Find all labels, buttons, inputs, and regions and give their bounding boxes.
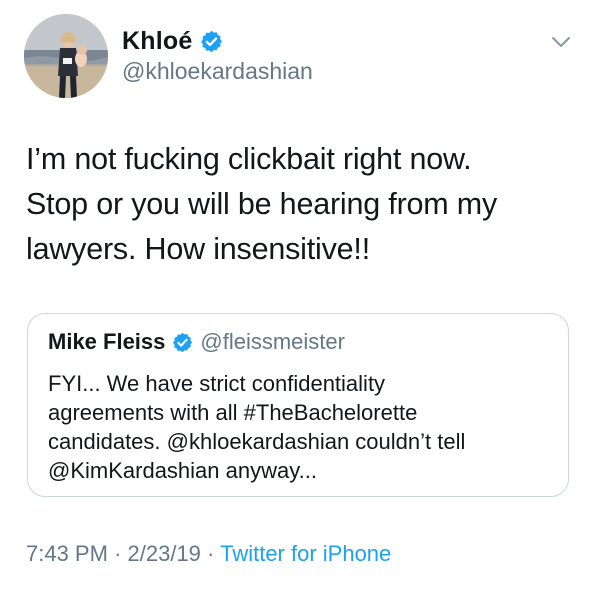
quoted-text-line: candidates. @khloekardashian couldn’t te… xyxy=(48,429,466,454)
tweet-text-line: I’m not fucking clickbait right now. xyxy=(26,142,472,176)
author-name-row[interactable]: Khloé xyxy=(122,27,223,56)
quoted-author-name: Mike Fleiss xyxy=(48,329,166,354)
quoted-text-line: @KimKardashian anyway... xyxy=(48,458,317,483)
quoted-tweet-text: FYI... We have strict confidentiality ag… xyxy=(48,369,553,485)
author-handle[interactable]: @khloekardashian xyxy=(122,58,313,85)
quoted-text-line: agreements with all #TheBachelorette xyxy=(48,400,418,425)
tweet-time[interactable]: 7:43 PM xyxy=(26,541,108,566)
tweet-date[interactable]: 2/23/19 xyxy=(128,541,201,566)
separator-dot: · xyxy=(207,541,215,566)
author-display-name[interactable]: Khloé xyxy=(122,27,192,56)
tweet-source-link[interactable]: Twitter for iPhone xyxy=(220,541,391,566)
verified-badge-icon xyxy=(173,332,193,352)
tweet-text-line: Stop or you will be hearing from my xyxy=(26,187,498,221)
quoted-tweet-header: Mike Fleiss @fleissmeister xyxy=(48,329,345,355)
verified-badge-icon xyxy=(201,30,223,53)
tweet-card[interactable]: Khloé @khloekardashian I’m not fucking c… xyxy=(0,0,595,591)
quoted-tweet-card[interactable]: Mike Fleiss @fleissmeister FYI... We hav… xyxy=(27,313,569,497)
separator-dot: · xyxy=(114,541,122,566)
quoted-author-handle: @fleissmeister xyxy=(200,329,345,354)
tweet-text-line: lawyers. How insensitive!! xyxy=(26,232,370,266)
chevron-down-icon[interactable] xyxy=(549,32,573,52)
tweet-metadata: 7:43 PM · 2/23/19 · Twitter for iPhone xyxy=(26,541,391,567)
avatar[interactable] xyxy=(24,14,108,98)
quoted-text-line: FYI... We have strict confidentiality xyxy=(48,371,386,396)
avatar-photo xyxy=(24,14,108,98)
tweet-text: I’m not fucking clickbait right now. Sto… xyxy=(26,137,571,272)
